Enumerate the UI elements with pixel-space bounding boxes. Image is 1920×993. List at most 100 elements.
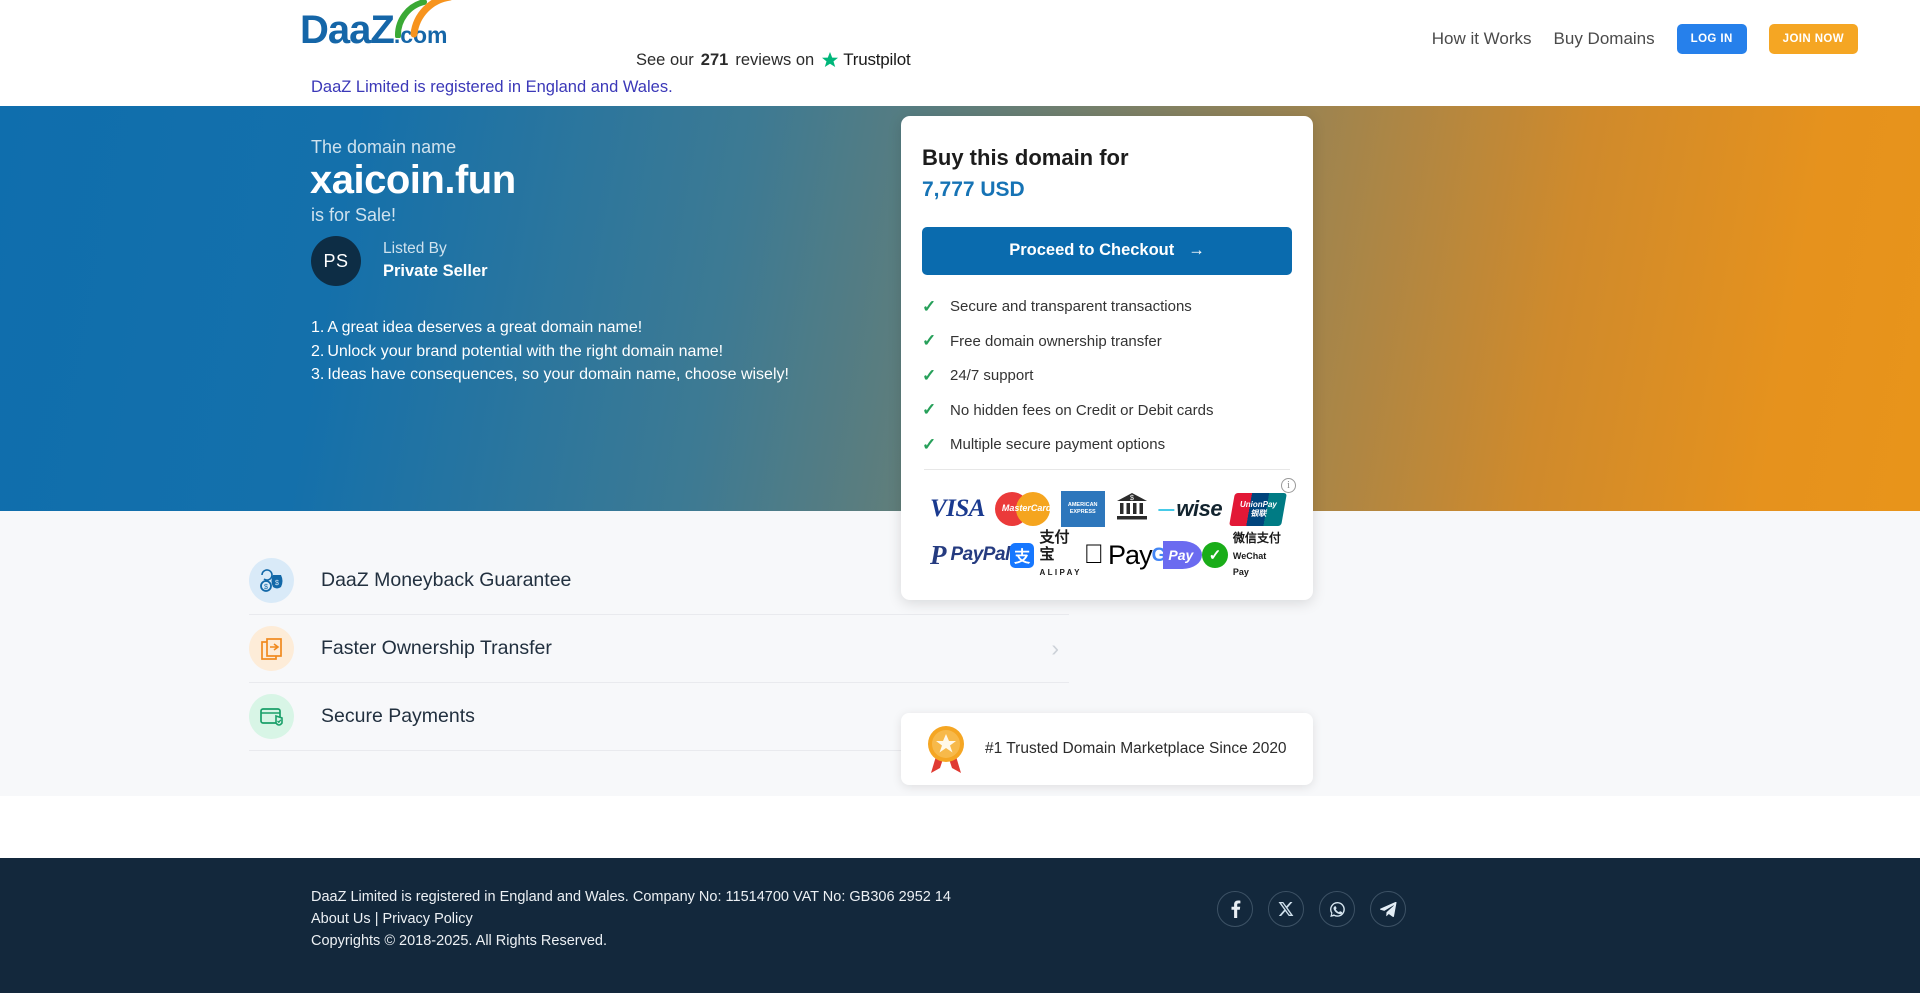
list-item-number: 2. — [311, 343, 324, 360]
trustpilot-star-icon — [821, 51, 839, 69]
feature-text: Multiple secure payment options — [950, 436, 1165, 453]
list-item: ✓ Secure and transparent transactions — [922, 297, 1292, 317]
list-item: ✓ Free domain ownership transfer — [922, 331, 1292, 351]
daaz-logo[interactable]: DaaZ.com — [300, 10, 448, 50]
list-item: ✓ No hidden fees on Credit or Debit card… — [922, 400, 1292, 420]
svg-text:$: $ — [275, 580, 279, 587]
visa-logo: VISA — [930, 495, 985, 523]
hero-for-sale-label: is for Sale! — [311, 205, 396, 226]
x-twitter-icon[interactable] — [1268, 891, 1304, 927]
payment-methods-row-1: VISA MasterCard AMERICANEXPRESS $ — [930, 486, 1284, 532]
proceed-to-checkout-button[interactable]: Proceed to Checkout → — [922, 227, 1292, 275]
check-icon: ✓ — [922, 435, 936, 455]
whatsapp-icon[interactable] — [1319, 891, 1355, 927]
alipay-label-en: ALIPAY — [1039, 568, 1081, 577]
site-footer: DaaZ Limited is registered in England an… — [0, 858, 1920, 993]
seller-info: PS Listed By Private Seller — [311, 236, 488, 286]
list-item-text: Unlock your brand potential with the rig… — [327, 343, 723, 360]
hero-pretitle: The domain name — [311, 137, 456, 158]
wechat-label-cn: 微信支付 — [1233, 531, 1281, 545]
feature-text: No hidden fees on Credit or Debit cards — [950, 402, 1213, 419]
unionpay-logo: UnionPay银联 — [1229, 493, 1287, 526]
domain-name-title: xaicoin.fun — [310, 158, 516, 203]
buy-card-title: Buy this domain for — [922, 144, 1292, 172]
footer-link-separator: | — [375, 911, 379, 927]
trustpilot-suffix: reviews on — [735, 51, 814, 70]
checkout-button-label: Proceed to Checkout — [1009, 241, 1174, 260]
arrow-right-icon: → — [1188, 241, 1205, 260]
award-ribbon-icon — [923, 723, 969, 775]
trustpilot-prefix: See our — [636, 51, 694, 70]
list-item: 2.Unlock your brand potential with the r… — [311, 342, 789, 362]
nav-how-it-works[interactable]: How it Works — [1432, 29, 1532, 49]
alipay-logo: 支 支付宝 ALIPAY — [1010, 530, 1084, 580]
amex-logo: AMERICANEXPRESS — [1061, 491, 1105, 527]
list-item-text: A great idea deserves a great domain nam… — [327, 319, 642, 336]
trustpilot-count: 271 — [701, 51, 729, 70]
buy-domain-card: Buy this domain for 7,777 USD Proceed to… — [901, 116, 1313, 600]
google-pay-label: Pay — [1163, 541, 1202, 569]
list-item: ✓ 24/7 support — [922, 366, 1292, 386]
svg-text:$: $ — [1130, 495, 1134, 502]
secure-card-shield-icon — [249, 694, 294, 739]
trustpilot-logo: Trustpilot — [821, 50, 910, 70]
trusted-marketplace-text: #1 Trusted Domain Marketplace Since 2020 — [985, 740, 1287, 758]
payment-methods-row-2: PPayPal 支 支付宝 ALIPAY Pay GPay ✓ — [930, 532, 1284, 578]
list-item: 1.A great idea deserves a great domain n… — [311, 318, 789, 338]
hero-points-list: 1.A great idea deserves a great domain n… — [311, 318, 789, 389]
list-item: 3.Ideas have consequences, so your domai… — [311, 365, 789, 385]
list-item-text: Ideas have consequences, so your domain … — [327, 366, 789, 383]
apple-pay-label: Pay — [1108, 540, 1152, 571]
listed-by-label: Listed By — [383, 239, 488, 260]
check-icon: ✓ — [922, 297, 936, 317]
page-root: DaaZ.com DaaZ Limited is registered in E… — [0, 0, 1920, 993]
feature-text: Free domain ownership transfer — [950, 333, 1162, 350]
list-item-number: 3. — [311, 366, 324, 383]
domain-price: 7,777 USD — [922, 178, 1292, 202]
login-button[interactable]: LOG IN — [1677, 24, 1747, 54]
main-nav: How it Works Buy Domains LOG IN JOIN NOW — [1432, 24, 1858, 54]
social-links — [1217, 891, 1406, 927]
trustpilot-rating[interactable]: See our 271 reviews on Trustpilot — [636, 50, 910, 70]
google-pay-logo: GPay — [1152, 541, 1203, 569]
footer-links-line: About Us | Privacy Policy — [311, 908, 951, 930]
trusted-marketplace-card: #1 Trusted Domain Marketplace Since 2020 — [901, 713, 1313, 785]
paypal-logo: PPayPal — [930, 542, 1010, 569]
wifi-arc-icon — [394, 0, 454, 38]
buy-card-feature-list: ✓ Secure and transparent transactions ✓ … — [922, 297, 1292, 455]
facebook-icon[interactable] — [1217, 891, 1253, 927]
join-now-button[interactable]: JOIN NOW — [1769, 24, 1858, 54]
check-icon: ✓ — [922, 366, 936, 386]
accordion-row-ownership-transfer[interactable]: Faster Ownership Transfer › — [249, 615, 1069, 683]
list-item: ✓ Multiple secure payment options — [922, 435, 1292, 455]
seller-name: Private Seller — [383, 260, 488, 282]
payments-divider: i — [924, 469, 1290, 470]
wise-logo: ⏤wise — [1158, 496, 1222, 522]
accordion-label: Faster Ownership Transfer — [321, 637, 1051, 660]
footer-text-block: DaaZ Limited is registered in England an… — [311, 886, 951, 953]
nav-buy-domains[interactable]: Buy Domains — [1554, 29, 1655, 49]
registered-note: DaaZ Limited is registered in England an… — [311, 78, 673, 97]
about-us-link[interactable]: About Us — [311, 911, 371, 927]
info-icon[interactable]: i — [1281, 478, 1296, 493]
site-header: DaaZ.com DaaZ Limited is registered in E… — [0, 0, 1920, 106]
wechat-label-en: WeChat Pay — [1233, 551, 1266, 578]
check-icon: ✓ — [922, 400, 936, 420]
chevron-right-icon[interactable]: › — [1051, 637, 1059, 660]
footer-company-line: DaaZ Limited is registered in England an… — [311, 886, 951, 908]
bank-transfer-icon: $ — [1115, 491, 1149, 527]
trustpilot-brand: Trustpilot — [843, 50, 910, 70]
apple-pay-logo: Pay — [1084, 540, 1152, 571]
mastercard-logo: MasterCard — [995, 492, 1051, 526]
moneyback-icon: $ $ — [249, 558, 294, 603]
telegram-icon[interactable] — [1370, 891, 1406, 927]
check-icon: ✓ — [922, 331, 936, 351]
wechat-pay-logo: ✓ 微信支付 WeChat Pay — [1202, 530, 1284, 580]
avatar: PS — [311, 236, 361, 286]
feature-text: 24/7 support — [950, 367, 1033, 384]
list-item-number: 1. — [311, 319, 324, 336]
footer-copyright: Copyrights © 2018-2025. All Rights Reser… — [311, 930, 951, 952]
privacy-policy-link[interactable]: Privacy Policy — [383, 911, 473, 927]
alipay-label-cn: 支付宝 — [1039, 529, 1069, 563]
svg-text:$: $ — [264, 584, 268, 591]
